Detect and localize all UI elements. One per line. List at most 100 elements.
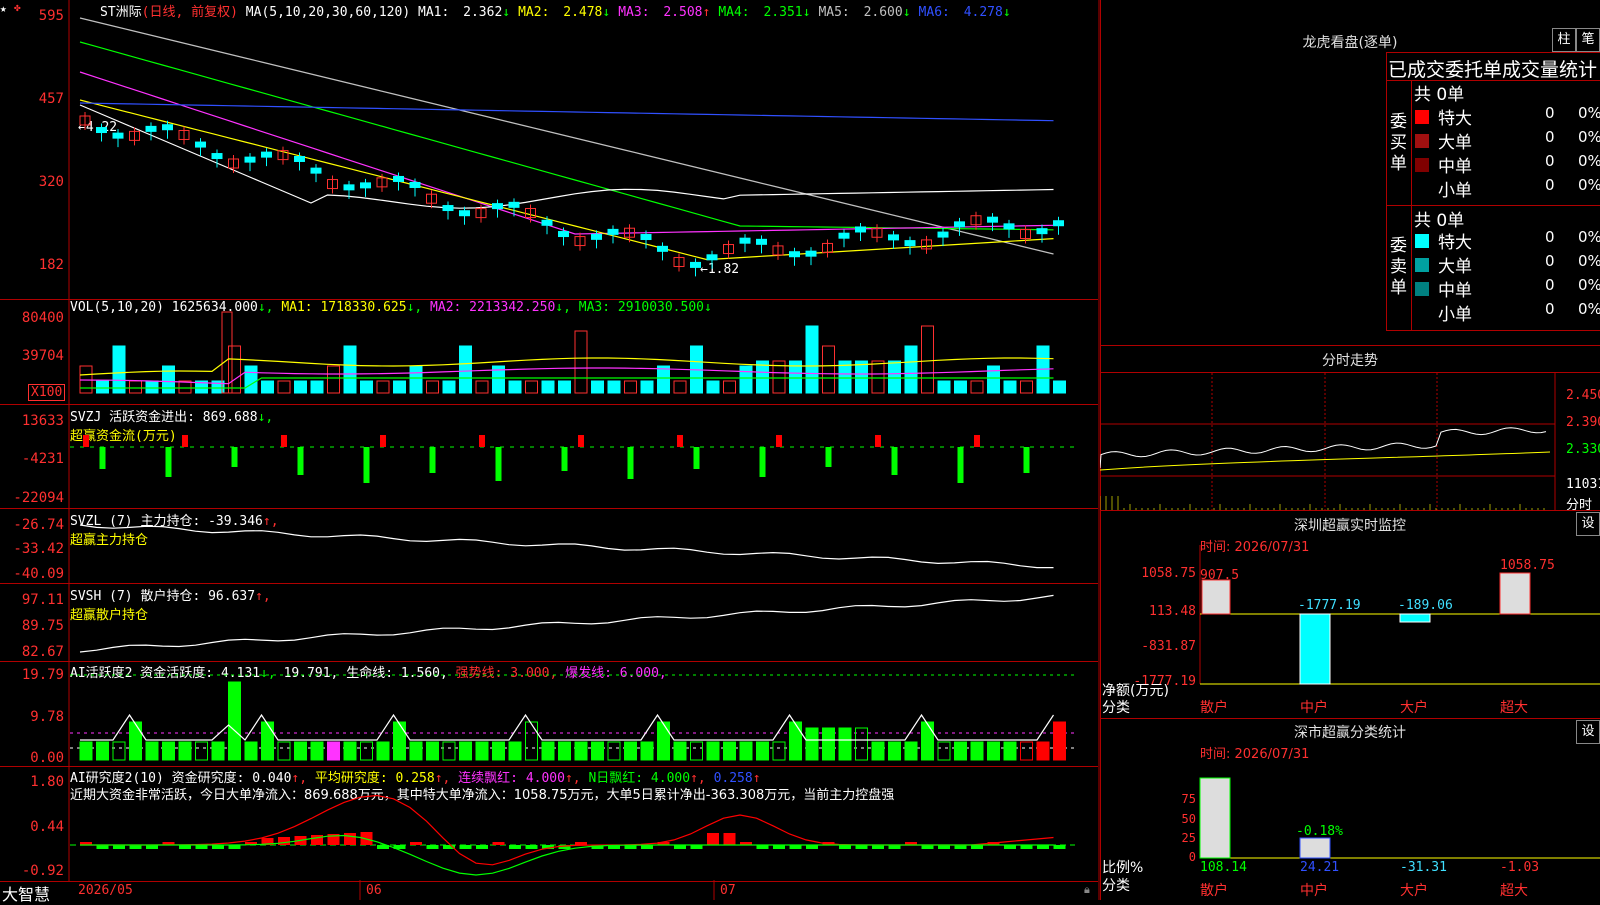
volume-bar [871, 360, 885, 394]
research-bar [707, 833, 719, 845]
volume-bar [360, 380, 373, 394]
activity-bar [261, 721, 274, 761]
research-bar [459, 845, 472, 849]
activity-bar [442, 741, 456, 761]
candle-body [541, 219, 553, 226]
activity-bar [723, 741, 736, 761]
flow-bar [578, 435, 584, 447]
flow-bar [974, 435, 980, 447]
candle-body [195, 141, 206, 148]
retail-line [79, 594, 1054, 653]
volume-bar [937, 380, 951, 394]
activity-bar [937, 741, 951, 761]
flow-bar [99, 447, 106, 469]
stats2-bar [1299, 837, 1331, 859]
research-bar [311, 835, 323, 845]
flow-bar [297, 447, 304, 475]
research-bar [476, 845, 488, 849]
activity-bar [376, 741, 390, 761]
monitor-bar [1201, 579, 1231, 615]
activity-bar [343, 741, 357, 761]
volume-bar [244, 365, 258, 394]
volume-bar [1003, 380, 1017, 394]
volume-bar [228, 345, 241, 394]
volume-bar [673, 380, 687, 394]
volume-bar [145, 380, 159, 394]
monitor-bar [1399, 613, 1431, 623]
monitor-bar [1499, 572, 1531, 615]
candle-body [310, 167, 322, 174]
candle-body [1053, 220, 1064, 227]
volume-bar [1020, 380, 1033, 394]
flow-bar [380, 435, 386, 447]
research-bar [525, 845, 538, 849]
volume-bar [970, 380, 984, 394]
volume-bar [294, 380, 307, 394]
activity-bar [987, 741, 1000, 761]
candle-body [244, 156, 256, 163]
research-bar [723, 833, 736, 845]
candle-body [805, 250, 817, 257]
activity-bar [79, 741, 93, 761]
volume-bar [162, 365, 175, 394]
activity-bar [888, 741, 901, 761]
activity-bar [1036, 741, 1050, 761]
candle-body [756, 238, 767, 245]
activity-bar [624, 741, 637, 761]
activity-bar [145, 741, 159, 761]
research-bar [575, 842, 587, 845]
candle-body [162, 124, 173, 131]
ma-line [79, 104, 1054, 209]
candle-body [789, 251, 800, 258]
volume-bar [723, 380, 736, 394]
volume-bar [954, 380, 967, 394]
volume-bar [607, 380, 621, 394]
activity-bar [96, 741, 109, 761]
volume-bar [574, 330, 588, 394]
activity-bar [805, 727, 819, 761]
activity-bar [129, 721, 142, 761]
candle-body [1036, 228, 1048, 235]
activity-bar [360, 741, 373, 761]
activity-bar [657, 721, 670, 761]
activity-bar [508, 741, 522, 761]
research-bar [509, 845, 521, 849]
volume-bar [96, 380, 109, 394]
volume-bar [393, 380, 406, 394]
flow-bar [231, 447, 238, 467]
volume-bar [310, 380, 324, 394]
candle-body [492, 203, 503, 210]
activity-bar [690, 741, 703, 761]
volume-bar [442, 380, 456, 394]
candle-body [112, 132, 124, 139]
flow-bar [363, 447, 370, 483]
candle-body [607, 228, 619, 235]
activity-bar [393, 721, 406, 761]
candle-body [888, 234, 899, 241]
activity-bar [1003, 741, 1017, 761]
activity-bar [591, 741, 604, 761]
ma-line [79, 17, 1054, 255]
flow-bar [776, 435, 782, 447]
activity-bar [558, 741, 571, 761]
activity-bar [244, 741, 258, 761]
flow-bar [957, 447, 964, 483]
flow-bar [429, 447, 436, 473]
activity-bar [525, 721, 538, 761]
activity-bar [211, 741, 225, 761]
candle-body [409, 181, 421, 188]
research-bar [410, 842, 422, 845]
flow-bar [693, 447, 700, 469]
candle-body [1003, 223, 1015, 230]
activity-bar [822, 727, 835, 761]
candle-body [96, 127, 107, 134]
flow-bar [495, 447, 502, 481]
candle-body [558, 231, 569, 238]
activity-bar [838, 727, 852, 761]
activity-bar [607, 741, 621, 761]
volume-bar [541, 380, 555, 394]
activity-bar [475, 741, 489, 761]
flow-bar [479, 435, 485, 447]
candle-body [706, 254, 718, 261]
monitor-bar [1299, 613, 1331, 685]
